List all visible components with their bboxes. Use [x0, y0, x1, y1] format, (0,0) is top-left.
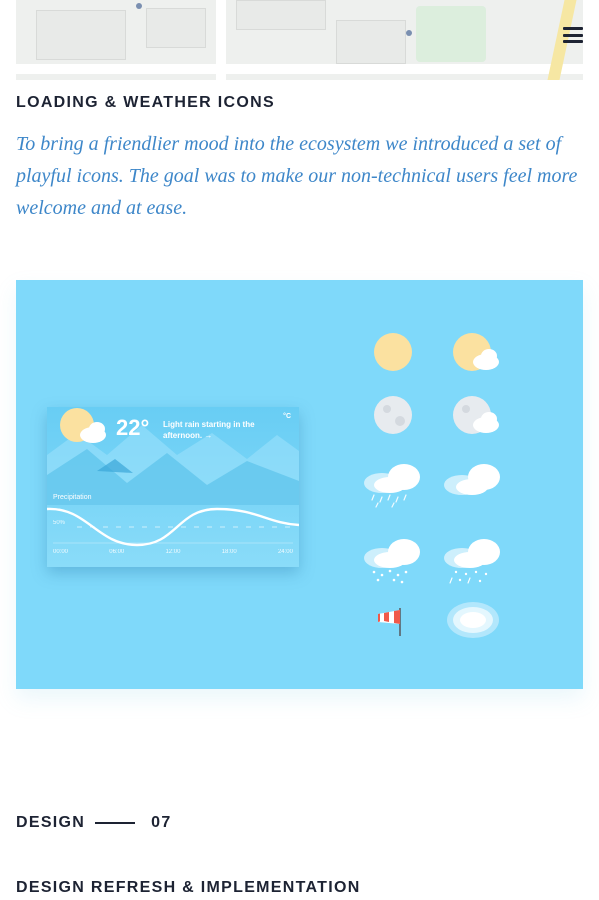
sleet-cloud-icon — [440, 532, 504, 588]
time-label: 06:00 — [109, 549, 125, 555]
time-label: 00:00 — [53, 549, 69, 555]
divider-line — [95, 822, 136, 824]
weather-icons-panel: 22° Light rain starting in the afternoon… — [16, 280, 583, 689]
map-block — [236, 0, 326, 30]
moon-icon — [360, 387, 424, 443]
time-label: 18:00 — [221, 549, 237, 555]
weather-card: 22° Light rain starting in the afternoon… — [47, 407, 299, 567]
map-road — [216, 0, 226, 80]
map-preview — [16, 0, 583, 80]
temperature: 22° — [116, 415, 150, 440]
fog-icon — [440, 592, 504, 648]
precipitation-label: Precipitation — [53, 494, 92, 501]
next-section-title: DESIGN REFRESH & IMPLEMENTATION — [16, 879, 361, 896]
section-title: LOADING & WEATHER ICONS — [16, 94, 275, 111]
rain-cloud-icon — [360, 455, 424, 511]
map-block — [336, 20, 406, 64]
menu-bar — [563, 40, 583, 43]
map-road — [16, 64, 583, 74]
time-label: 24:00 — [277, 549, 293, 555]
precipitation-curve — [47, 507, 299, 547]
moon-cloud-icon — [440, 387, 504, 443]
map-block — [36, 10, 126, 60]
hamburger-menu-icon[interactable] — [561, 24, 585, 46]
sun-cloud-icon — [60, 408, 106, 443]
map-pin — [406, 30, 412, 36]
design-section-marker: DESIGN 07 — [16, 814, 172, 832]
map-park — [416, 6, 486, 62]
design-number: 07 — [151, 814, 172, 831]
design-label: DESIGN — [16, 814, 86, 831]
snow-cloud-icon — [360, 532, 424, 588]
sun-icon — [360, 324, 424, 380]
map-pin — [136, 3, 142, 9]
sun-cloud-icon — [440, 324, 504, 380]
forecast-description[interactable]: Light rain starting in the afternoon. → — [163, 419, 273, 441]
menu-bar — [563, 27, 583, 30]
map-block — [146, 8, 206, 48]
menu-bar — [563, 33, 583, 37]
cloudy-icon — [440, 455, 504, 511]
time-label: 12:00 — [165, 549, 181, 555]
unit-toggle[interactable]: °C — [283, 413, 291, 420]
windsock-icon — [360, 592, 424, 648]
section-body: To bring a friendlier mood into the ecos… — [16, 133, 578, 219]
time-axis: 00:00 06:00 12:00 18:00 24:00 — [53, 549, 293, 555]
precipitation-level: 50% — [53, 520, 66, 526]
